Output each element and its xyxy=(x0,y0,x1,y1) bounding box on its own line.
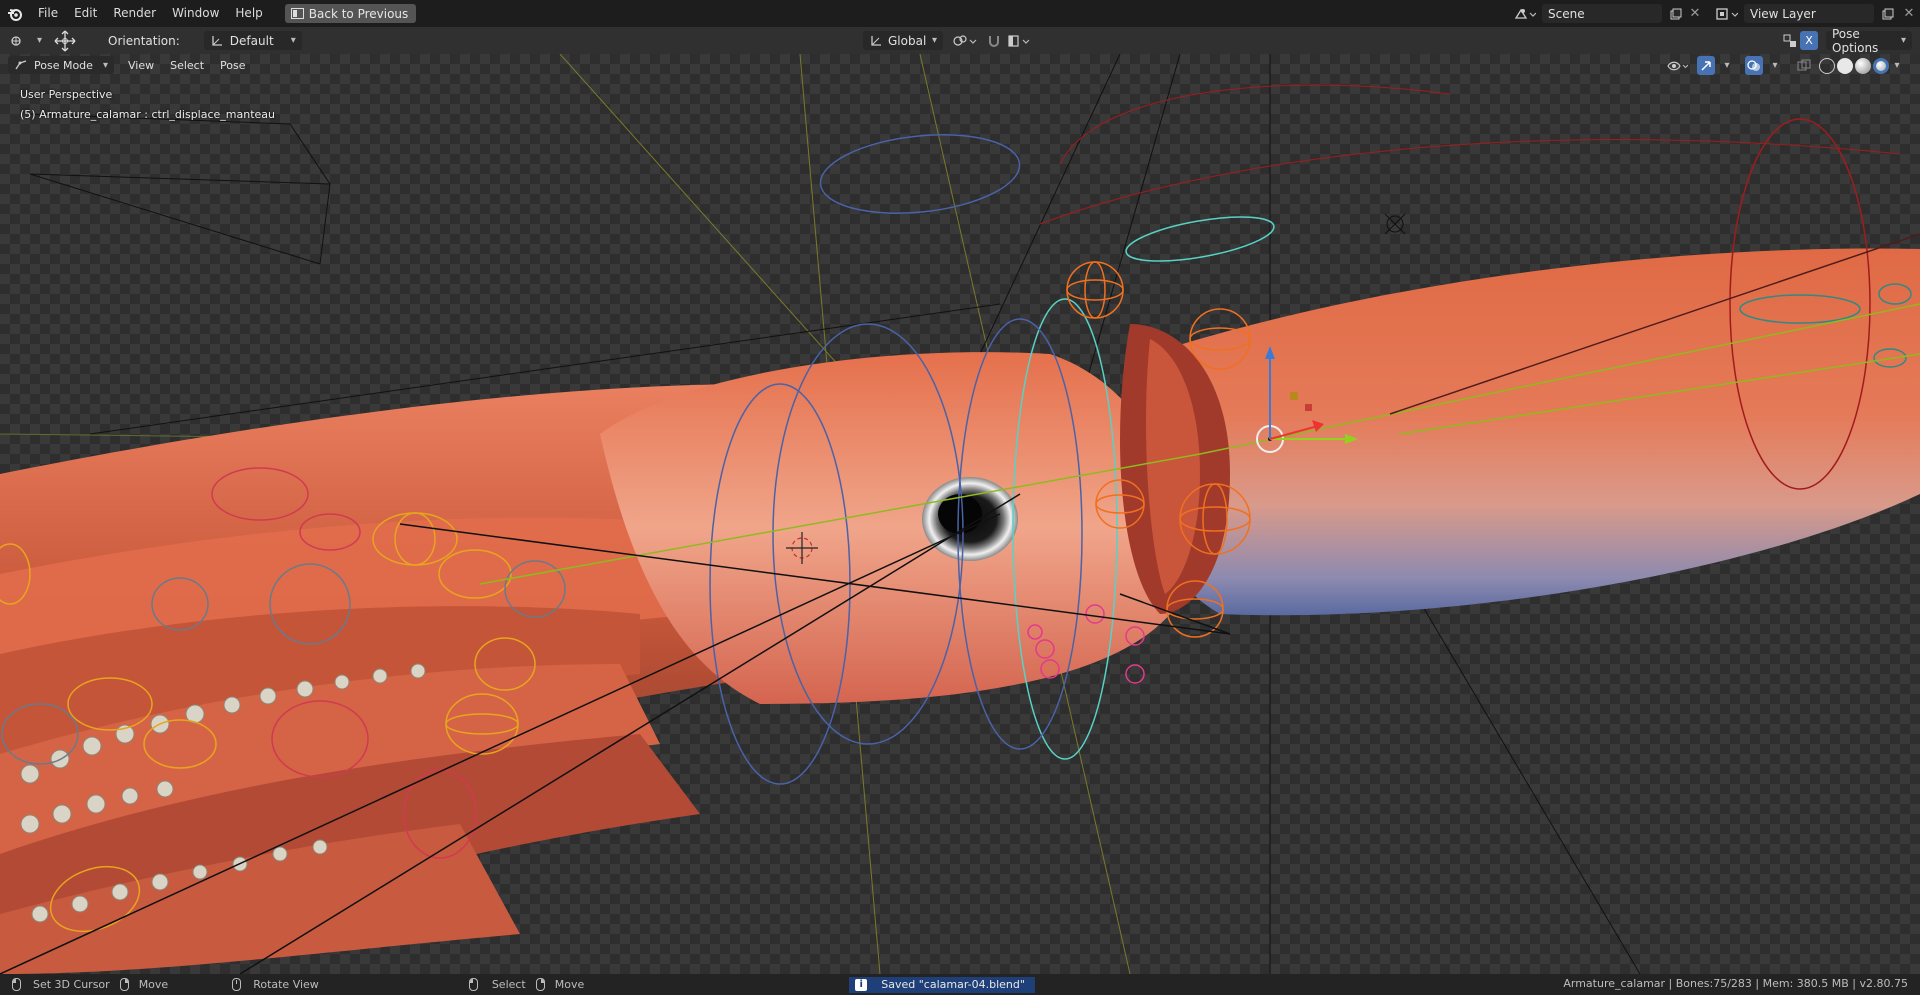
transform-orientation-dropdown[interactable]: Global ▾ xyxy=(863,31,943,50)
overlays-dropdown-chevron-icon[interactable]: ▾ xyxy=(1769,56,1781,75)
saved-message-text: Saved "calamar-04.blend" xyxy=(881,978,1025,991)
menu-help[interactable]: Help xyxy=(227,0,270,27)
hint-rotate-view: Rotate View xyxy=(232,978,319,991)
hint-rotate-view-text: Rotate View xyxy=(253,978,319,991)
solid-shading-icon[interactable] xyxy=(1837,57,1853,74)
mouse-left-select-icon xyxy=(468,978,478,991)
global-axis-icon xyxy=(871,35,881,46)
menu-window[interactable]: Window xyxy=(164,0,227,27)
orientation-value: Default xyxy=(229,33,274,48)
menu-render[interactable]: Render xyxy=(105,0,164,27)
pose-options-label: Pose Options xyxy=(1832,26,1879,55)
new-view-layer-icon[interactable] xyxy=(1878,4,1898,23)
hint-move-2: Move xyxy=(535,978,585,991)
overlays-icon[interactable] xyxy=(1745,56,1763,75)
view-layer-browse-icon[interactable] xyxy=(1712,4,1742,23)
editor-type-selector[interactable]: ▾ xyxy=(8,31,44,50)
tool-settings-bar: ▾ Orientation: Default ▾ Global ▾ X Pose… xyxy=(0,27,1920,55)
mouse-middle-icon xyxy=(232,978,242,991)
back-to-previous-label: Back to Previous xyxy=(308,6,409,21)
top-bar: File Edit Render Window Help Back to Pre… xyxy=(0,0,1920,27)
shading-modes: ▾ xyxy=(1819,56,1903,75)
view-layer-name-field[interactable]: View Layer xyxy=(1744,4,1874,23)
hint-set-3d-cursor-text: Set 3D Cursor xyxy=(33,978,110,991)
pivot-point-icon[interactable] xyxy=(950,31,980,50)
screen-back-icon xyxy=(290,8,304,19)
3d-viewport[interactable]: Pose Mode ▾ View Select Pose ▾ ▾ ▾ User … xyxy=(0,54,1920,974)
menu-file[interactable]: File xyxy=(30,0,66,27)
menu-edit[interactable]: Edit xyxy=(66,0,105,27)
pose-mode-icon xyxy=(15,60,27,70)
pose-options-dropdown[interactable]: Pose Options ▾ xyxy=(1826,27,1912,55)
transform-space-value: Global xyxy=(888,33,927,48)
3d-viewport-icon xyxy=(11,35,21,46)
viewport-scene[interactable] xyxy=(0,54,1920,974)
orientation-icon xyxy=(212,35,222,46)
saved-report[interactable]: i Saved "calamar-04.blend" xyxy=(849,976,1035,993)
mirror-icon[interactable] xyxy=(1780,31,1800,50)
orientation-label: Orientation: xyxy=(108,33,180,48)
hint-move-text: Move xyxy=(138,978,169,991)
hint-select: Select xyxy=(468,978,526,991)
mode-dropdown[interactable]: Pose Mode ▾ xyxy=(8,56,114,74)
new-scene-icon[interactable] xyxy=(1666,4,1686,23)
hint-set-3d-cursor: Set 3D Cursor xyxy=(12,978,110,991)
gizmo-dropdown-chevron-icon[interactable]: ▾ xyxy=(1721,56,1733,75)
gizmo-icon[interactable] xyxy=(1697,56,1715,75)
hint-move: Move xyxy=(119,978,169,991)
mouse-left-icon xyxy=(12,978,21,991)
back-to-previous-button[interactable]: Back to Previous xyxy=(284,4,417,23)
menu-pose[interactable]: Pose xyxy=(212,59,253,72)
view-layer-name-text: View Layer xyxy=(1750,6,1816,21)
scene-browse-icon[interactable] xyxy=(1510,4,1540,23)
shading-dropdown-chevron-icon[interactable]: ▾ xyxy=(1891,56,1903,75)
remove-view-layer-icon[interactable]: ✕ xyxy=(1898,4,1920,23)
remove-scene-icon[interactable]: ✕ xyxy=(1686,4,1704,23)
scene-name-text: Scene xyxy=(1548,6,1585,21)
x-mirror-toggle[interactable]: X xyxy=(1800,31,1818,50)
scene-viewlayer-selectors: Scene ✕ View Layer ✕ xyxy=(1510,0,1920,27)
transform-pivot-icon[interactable] xyxy=(50,30,80,51)
menu-view[interactable]: View xyxy=(120,59,162,72)
scene-statistics: Armature_calamar | Bones:75/283 | Mem: 3… xyxy=(1563,977,1908,990)
status-bar: Set 3D Cursor Move Rotate View Select Mo… xyxy=(0,974,1920,995)
material-shading-icon[interactable] xyxy=(1855,57,1871,74)
rendered-shading-icon[interactable] xyxy=(1873,57,1889,74)
info-icon: i xyxy=(855,978,868,991)
wireframe-shading-icon[interactable] xyxy=(1819,57,1835,74)
xray-icon[interactable] xyxy=(1795,56,1813,75)
scene-name-field[interactable]: Scene xyxy=(1542,4,1662,23)
orientation-dropdown[interactable]: Default ▾ xyxy=(203,31,302,50)
mouse-drag-icon xyxy=(119,978,129,991)
blender-logo-icon[interactable] xyxy=(0,0,30,27)
hint-move-2-text: Move xyxy=(554,978,585,991)
menu-select[interactable]: Select xyxy=(162,59,212,72)
mouse-drag-move-icon xyxy=(535,978,545,991)
view-name-label: User Perspective xyxy=(20,88,113,101)
eye-icon[interactable] xyxy=(1665,56,1691,75)
active-object-label: (5) Armature_calamar : ctrl_displace_man… xyxy=(20,108,276,121)
viewport-header: Pose Mode ▾ View Select Pose ▾ ▾ ▾ xyxy=(0,54,1920,76)
snap-icon[interactable] xyxy=(985,31,1003,50)
hint-select-text: Select xyxy=(491,978,526,991)
mode-value: Pose Mode xyxy=(34,58,93,72)
proportional-edit-icon[interactable] xyxy=(1005,31,1035,50)
